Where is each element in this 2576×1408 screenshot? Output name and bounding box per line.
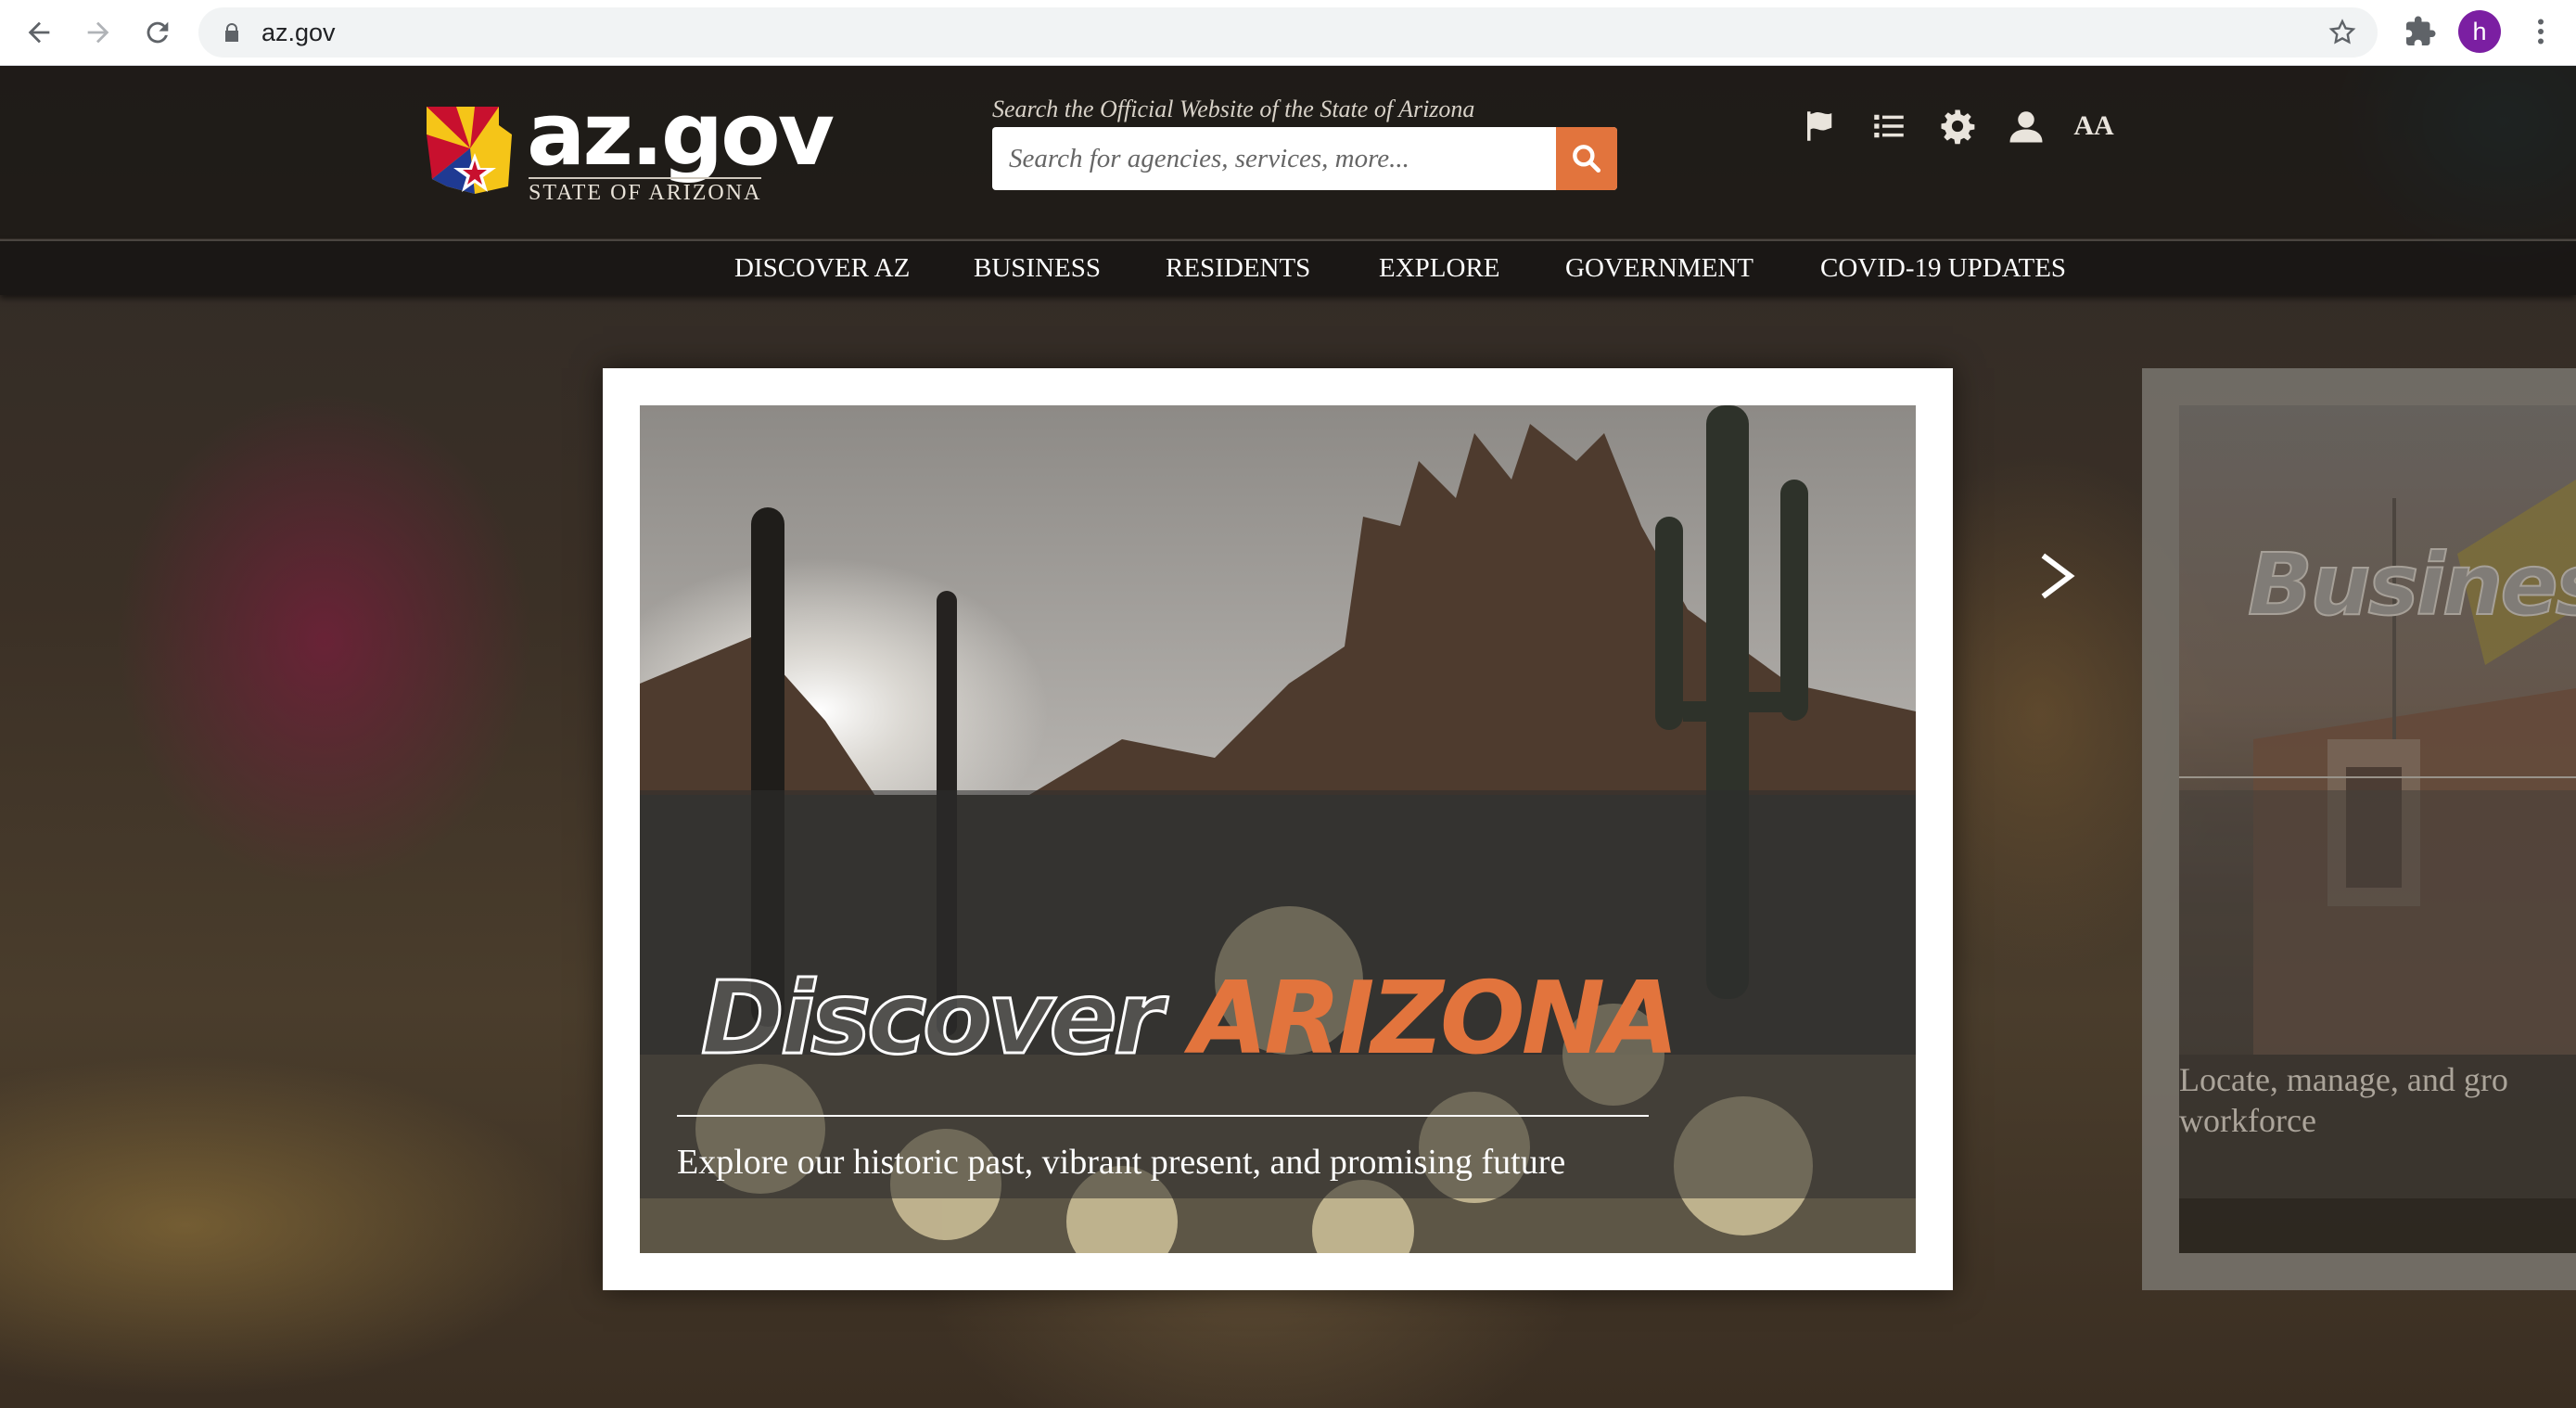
extensions-icon[interactable] [2404,15,2437,48]
side-slide-subtitle: Locate, manage, and gro workforce [2179,1061,2508,1139]
flag-icon [1807,111,1832,141]
logo-subtitle: STATE OF ARIZONA [529,177,762,206]
slide-title: Discover ARIZONA [699,960,1679,1079]
carousel-slide-business[interactable]: Business Locate, manage, and gro workfor… [2142,368,2576,1290]
slide-subtitle: Explore our historic past, vibrant prese… [677,1143,1566,1182]
text-size-icon: AA [2073,110,2114,141]
forward-icon [87,21,109,44]
back-button[interactable] [17,10,61,55]
settings-button[interactable] [1934,103,1981,149]
nav-item-residents[interactable]: RESIDENTS [1166,241,1310,295]
address-url[interactable]: az.gov [261,19,336,47]
slide-title-discover: Discover [699,960,1164,1079]
list-button[interactable] [1866,103,1912,149]
nav-item-business[interactable]: BUSINESS [974,241,1101,295]
bookmark-star-icon[interactable] [2327,18,2357,47]
slide-title-arizona: ARIZONA [1190,961,1679,1077]
search-icon [1573,145,1601,173]
logo-wordmark: az.gov [527,84,835,186]
business-building-image: Business Locate, manage, and gro workfor… [2179,405,2576,1253]
account-button[interactable] [2003,103,2049,149]
list-icon [1874,114,1904,138]
forward-button[interactable] [76,10,121,55]
carousel-next-button[interactable] [2029,539,2085,613]
side-divider [2179,776,2576,778]
slide-caption-overlay: Discover ARIZONA [640,790,1916,1198]
search-button[interactable] [1556,127,1617,190]
az-gov-logo[interactable]: az.gov STATE OF ARIZONA [419,84,835,209]
back-icon [28,21,50,44]
arizona-flag-logo-icon [427,107,512,194]
text-size-button[interactable]: AA [2066,103,2122,149]
reload-icon [147,21,169,44]
search-label: Search the Official Website of the State… [992,96,1475,122]
browser-toolbar: az.gov h [0,0,2576,66]
carousel-slide-discover[interactable]: Discover ARIZONA Explore our historic pa… [603,368,1953,1290]
address-bar[interactable]: az.gov [198,7,2378,58]
nav-item-explore[interactable]: EXPLORE [1379,241,1500,295]
gear-icon [1941,109,1975,145]
search-input[interactable] [992,127,1582,190]
site-header: az.gov STATE OF ARIZONA Search the Offic… [0,66,2576,238]
slide-divider [677,1115,1649,1117]
flag-button[interactable] [1797,103,1843,149]
side-slide-title: Business [2247,534,2576,635]
main-navigation: DISCOVER AZ BUSINESS RESIDENTS EXPLORE G… [0,239,2576,295]
desert-landscape-image: Discover ARIZONA Explore our historic pa… [640,405,1916,1253]
nav-item-discover-az[interactable]: DISCOVER AZ [734,241,910,295]
lock-icon [225,23,238,42]
profile-avatar[interactable]: h [2458,10,2501,53]
reload-button[interactable] [135,10,180,55]
user-icon [2009,111,2043,143]
menu-dots-icon[interactable] [2524,13,2557,50]
nav-item-covid-updates[interactable]: COVID-19 UPDATES [1820,241,2066,295]
site-search [992,127,1617,190]
side-caption-text: Locate, manage, and gro workforce [2179,776,2576,1198]
nav-item-government[interactable]: GOVERNMENT [1565,241,1753,295]
chevron-right-icon [2041,553,2075,599]
page-content: az.gov STATE OF ARIZONA Search the Offic… [0,66,2576,1408]
